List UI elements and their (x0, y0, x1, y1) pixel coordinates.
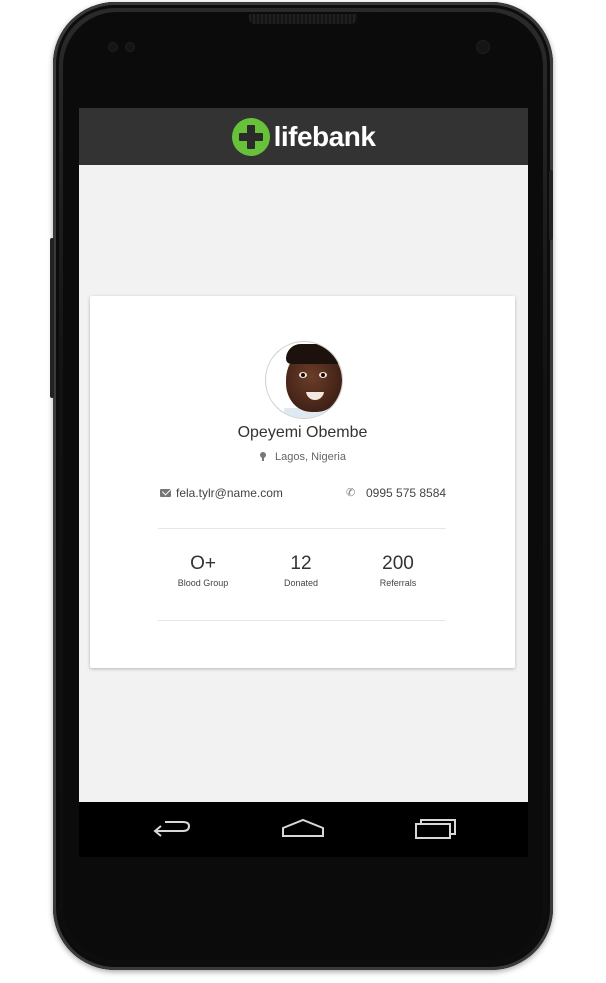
recent-apps-icon[interactable] (412, 814, 458, 844)
stat-value: 200 (382, 553, 414, 574)
sensor-dot-left-2 (125, 42, 135, 52)
map-pin-icon (259, 452, 267, 461)
phone-text: 0995 575 8584 (366, 486, 447, 500)
earpiece-speaker (249, 14, 357, 24)
app-logo[interactable]: lifebank (231, 117, 376, 156)
home-icon[interactable] (280, 814, 326, 844)
stat-label: Referrals (379, 578, 417, 588)
stat-referrals: 200 Referrals (353, 553, 443, 588)
phone-contact[interactable]: ✆ 0995 575 8584 (346, 486, 446, 500)
envelope-icon (160, 489, 171, 497)
stat-label: Donated (283, 578, 319, 588)
app-header: lifebank (79, 108, 528, 165)
profile-location: Lagos, Nigeria (90, 451, 515, 463)
stat-label: Blood Group (177, 578, 229, 588)
avatar-hair (286, 344, 342, 364)
power-button (549, 170, 553, 240)
volume-button (50, 238, 54, 398)
divider-top (158, 528, 446, 529)
plus-cross-icon (231, 117, 270, 156)
avatar[interactable] (265, 341, 343, 419)
avatar-eye-left (299, 372, 307, 378)
phone-icon: ✆ (346, 487, 356, 499)
brand-name: lifebank (273, 120, 376, 152)
email-contact[interactable]: fela.tylr@name.com (160, 486, 283, 500)
email-text: fela.tylr@name.com (176, 486, 283, 500)
stat-value: O+ (190, 553, 216, 574)
avatar-eye-right (319, 372, 327, 378)
stat-blood-group: O+ Blood Group (158, 553, 248, 588)
system-nav-bar (79, 802, 528, 857)
divider-bottom (158, 620, 446, 621)
stat-value: 12 (290, 553, 312, 574)
stat-donated: 12 Donated (256, 553, 346, 588)
location-text: Lagos, Nigeria (275, 451, 346, 463)
profile-card: Opeyemi Obembe Lagos, Nigeria fela.tylr@… (90, 296, 515, 668)
profile-name: Opeyemi Obembe (237, 424, 368, 441)
screen: lifebank Opeyemi Obembe Lagos, Nigeria f… (79, 108, 528, 857)
sensor-dot-left (108, 42, 118, 52)
back-icon[interactable] (151, 814, 197, 844)
front-camera (476, 40, 490, 54)
